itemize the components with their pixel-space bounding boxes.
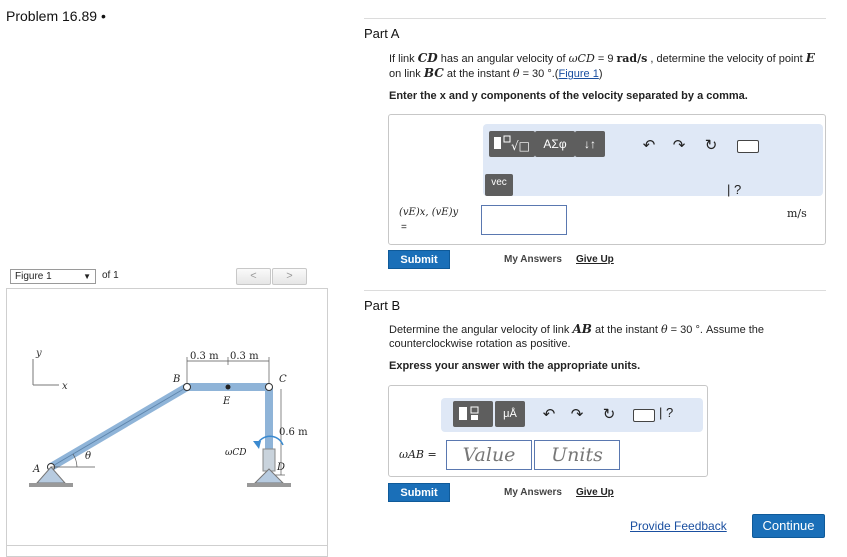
unit-label: m/s: [787, 207, 807, 220]
label-d: D: [276, 462, 285, 473]
part-b-question: Determine the angular velocity of link A…: [389, 322, 829, 351]
ground-a: [29, 483, 73, 487]
question-text: at the instant: [591, 324, 661, 336]
question-text: If link: [389, 53, 418, 65]
arrows-button[interactable]: ↓↑: [575, 131, 605, 157]
help-icon[interactable]: | ?: [659, 405, 689, 420]
figure-panel-footer: [6, 546, 328, 557]
question-text: = 9: [594, 53, 617, 65]
redo-icon[interactable]: ↷: [669, 136, 689, 156]
answer-label-equals: =: [401, 222, 407, 233]
math-unit: rad/s: [616, 52, 648, 65]
question-text: = 30 °.(: [519, 68, 559, 80]
figure-count: of 1: [102, 270, 119, 281]
part-a-answer-box: √□ ΑΣφ ↓↑ vec ↶ ↷ ↻ | ? (vE)x, (vE)y = m…: [388, 114, 826, 245]
math-link-ab: AB: [572, 322, 592, 336]
templates-icon: [459, 406, 479, 420]
reset-icon[interactable]: ↻: [701, 136, 721, 156]
templates-button[interactable]: [453, 401, 493, 427]
figure-select[interactable]: Figure 1 ▼: [10, 269, 96, 284]
greek-symbols-button[interactable]: ΑΣφ: [535, 131, 575, 157]
keyboard-icon[interactable]: [633, 409, 655, 422]
value-input[interactable]: Value: [446, 440, 532, 470]
figure-panel: y x 0.3 m 0.3 m 0.6 m A B C D E θ ωCD: [6, 288, 328, 546]
answer-label: (vE)x, (vE)y: [399, 207, 459, 218]
keyboard-icon[interactable]: [737, 140, 759, 153]
math-omega: ωCD: [568, 52, 595, 65]
x-axis-label: x: [62, 381, 68, 392]
question-text: ): [598, 68, 603, 80]
help-icon[interactable]: | ?: [727, 182, 767, 197]
figure-link[interactable]: Figure 1: [558, 68, 598, 80]
part-a-submit-button[interactable]: Submit: [388, 250, 450, 269]
units-input[interactable]: Units: [534, 440, 620, 470]
undo-icon[interactable]: ↶: [639, 136, 659, 156]
part-b-submit-button[interactable]: Submit: [388, 483, 450, 502]
point-e: [225, 384, 231, 390]
pin-b: [183, 383, 191, 391]
math-toolbar: μÅ ↶ ↷ ↻ | ?: [441, 398, 703, 432]
figure-select-value: Figure 1: [15, 271, 52, 282]
units-symbols-button[interactable]: μÅ: [495, 401, 525, 427]
math-link-bc: BC: [423, 66, 444, 80]
templates-button[interactable]: √□: [489, 131, 535, 157]
previous-figure-button[interactable]: <: [236, 268, 271, 285]
part-a-instruction: Enter the x and y components of the velo…: [389, 90, 748, 102]
answer-label: ωAB =: [399, 448, 437, 461]
dimension-label: 0.3 m: [230, 351, 259, 362]
question-text: on link: [389, 68, 424, 80]
question-text: Determine the angular velocity of link: [389, 324, 573, 336]
ground-d: [247, 483, 291, 487]
link-ab-edge: [50, 386, 188, 468]
part-a-my-answers[interactable]: My Answers: [504, 254, 562, 265]
question-text: , determine the velocity of point: [647, 53, 806, 65]
part-b-title: Part B: [364, 298, 401, 313]
label-e: E: [222, 396, 231, 407]
label-omega-cd: ωCD: [225, 448, 246, 458]
part-a-title: Part A: [364, 26, 400, 41]
svg-text:√□: √□: [511, 139, 530, 153]
next-figure-button[interactable]: >: [272, 268, 307, 285]
undo-icon[interactable]: ↶: [539, 405, 559, 425]
chevron-down-icon: ▼: [83, 272, 91, 281]
math-theta: θ: [661, 323, 668, 336]
math-toolbar: √□ ΑΣφ ↓↑ vec ↶ ↷ ↻ | ?: [483, 124, 823, 197]
dimension-label: 0.3 m: [190, 351, 219, 362]
provide-feedback-link[interactable]: Provide Feedback: [630, 519, 727, 533]
piston-d: [262, 448, 276, 472]
redo-icon[interactable]: ↷: [567, 405, 587, 425]
mechanism-figure: y x 0.3 m 0.3 m 0.6 m A B C D E θ ωCD: [29, 348, 308, 487]
figure-navigation-bar: Figure 1 ▼ of 1 < >: [6, 268, 328, 288]
reset-icon[interactable]: ↻: [599, 405, 619, 425]
support-a: [35, 466, 67, 484]
part-b-answer-box: μÅ ↶ ↷ ↻ | ? ωAB = Value Units: [388, 385, 708, 477]
velocity-input[interactable]: [481, 205, 567, 235]
part-a-question: If link CD has an angular velocity of ωC…: [389, 51, 829, 81]
divider: [364, 18, 826, 19]
vector-button[interactable]: vec: [485, 174, 513, 196]
templates-icon: √□: [494, 135, 530, 153]
part-a-give-up[interactable]: Give Up: [576, 254, 614, 265]
continue-button[interactable]: Continue: [752, 514, 825, 538]
label-a: A: [32, 464, 40, 475]
omega-arrowhead: [253, 441, 261, 449]
label-c: C: [279, 374, 287, 385]
math-theta: θ: [512, 67, 520, 80]
part-b-instruction: Express your answer with the appropriate…: [389, 360, 641, 372]
question-text: has an angular velocity of: [437, 53, 569, 65]
math-point-e: E: [805, 51, 815, 65]
label-theta: θ: [85, 451, 91, 462]
y-axis-label: y: [35, 348, 42, 359]
part-b-my-answers[interactable]: My Answers: [504, 487, 562, 498]
question-text: at the instant: [443, 68, 513, 80]
math-link-cd: CD: [417, 51, 438, 65]
divider: [364, 290, 826, 291]
label-b: B: [172, 374, 180, 385]
part-b-give-up[interactable]: Give Up: [576, 487, 614, 498]
dimension-label: 0.6 m: [279, 427, 308, 438]
problem-title: Problem 16.89 •: [6, 8, 106, 24]
pin-c: [265, 383, 273, 391]
